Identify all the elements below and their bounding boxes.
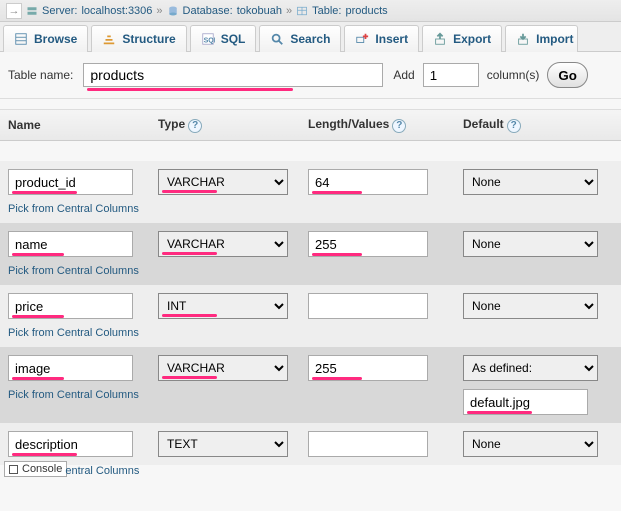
server-icon [26, 4, 38, 16]
column-length-input[interactable] [308, 431, 428, 457]
column-row: TEXT None [0, 423, 621, 465]
column-name-input[interactable] [8, 431, 133, 457]
table-icon [296, 4, 308, 16]
help-icon[interactable]: ? [507, 119, 521, 133]
column-default-select[interactable]: None [463, 169, 598, 195]
browse-icon [14, 32, 28, 46]
tab-label: SQL [221, 32, 246, 46]
pick-central-columns-link[interactable]: Pick from Central Columns [8, 265, 148, 277]
add-label: Add [393, 68, 414, 82]
import-icon [516, 32, 530, 46]
tab-label: Browse [34, 32, 77, 46]
column-name-input[interactable] [8, 355, 133, 381]
structure-icon [102, 32, 116, 46]
column-default-select[interactable]: None [463, 231, 598, 257]
column-rows: Pick from Central Columns VARCHAR None P… [0, 141, 621, 465]
column-row: Pick from Central Columns VARCHAR As def… [0, 347, 621, 423]
column-name-input[interactable] [8, 231, 133, 257]
truncated-text: entral Columns [65, 465, 139, 477]
column-row: Pick from Central Columns INT None [0, 285, 621, 347]
column-type-select[interactable]: VARCHAR [158, 355, 288, 381]
header-type: Type? [158, 117, 308, 133]
column-length-input[interactable] [308, 231, 428, 257]
tab-label: Insert [375, 32, 408, 46]
tab-label: Import [536, 32, 573, 46]
column-headers: Name Type? Length/Values? Default? [0, 109, 621, 141]
tab-export[interactable]: Export [422, 25, 502, 52]
console-label: Console [22, 463, 62, 475]
pick-central-columns-link[interactable]: Pick from Central Columns [8, 389, 148, 401]
default-value-input[interactable] [463, 389, 588, 415]
table-name-input[interactable] [83, 63, 383, 87]
columns-label: column(s) [487, 68, 540, 82]
tab-label: Export [453, 32, 491, 46]
table-name-label: Table name: [8, 68, 73, 82]
column-default-select[interactable]: None [463, 293, 598, 319]
tab-import[interactable]: Import [505, 25, 578, 52]
column-default-select[interactable]: As defined: [463, 355, 598, 381]
table-link[interactable]: products [345, 5, 387, 17]
pick-central-columns-link[interactable]: Pick from Central Columns [8, 327, 148, 339]
sql-icon: SQL [201, 32, 215, 46]
table-label-prefix: Table: [312, 5, 341, 17]
column-default-select[interactable]: None [463, 431, 598, 457]
search-icon [270, 32, 284, 46]
tab-sql[interactable]: SQL SQL [190, 25, 257, 52]
database-icon [167, 4, 179, 16]
database-label: Database: [183, 5, 233, 17]
server-label: Server: [42, 5, 77, 17]
header-length: Length/Values? [308, 117, 463, 133]
console-icon [9, 465, 18, 474]
go-button[interactable]: Go [547, 62, 588, 88]
column-type-select[interactable]: TEXT [158, 431, 288, 457]
insert-icon [355, 32, 369, 46]
column-name-input[interactable] [8, 169, 133, 195]
column-row: Pick from Central Columns VARCHAR None [0, 223, 621, 285]
tab-browse[interactable]: Browse [3, 25, 88, 52]
tab-label: Structure [122, 32, 175, 46]
help-icon[interactable]: ? [392, 119, 406, 133]
header-default: Default? [463, 117, 613, 133]
console-stub: Console entral Columns [4, 461, 621, 477]
column-type-select[interactable]: INT [158, 293, 288, 319]
sep-icon: » [286, 5, 292, 17]
export-icon [433, 32, 447, 46]
table-name-row: Table name: Add column(s) Go [0, 52, 621, 99]
add-columns-input[interactable] [423, 63, 479, 87]
breadcrumb: → Server: localhost:3306 » Database: tok… [0, 0, 621, 22]
tab-structure[interactable]: Structure [91, 25, 186, 52]
svg-text:SQL: SQL [203, 38, 214, 45]
column-type-select[interactable]: VARCHAR [158, 231, 288, 257]
tabs: Browse Structure SQL SQL Search Insert E… [0, 22, 621, 52]
header-name: Name [8, 118, 158, 132]
help-icon[interactable]: ? [188, 119, 202, 133]
sep-icon: » [156, 5, 162, 17]
column-row: Pick from Central Columns VARCHAR None [0, 161, 621, 223]
server-link[interactable]: localhost:3306 [81, 5, 152, 17]
pick-central-columns-link[interactable]: Pick from Central Columns [8, 203, 148, 215]
tab-insert[interactable]: Insert [344, 25, 419, 52]
column-type-select[interactable]: VARCHAR [158, 169, 288, 195]
tab-search[interactable]: Search [259, 25, 341, 52]
tab-label: Search [290, 32, 330, 46]
console-toggle[interactable]: Console [4, 461, 67, 477]
column-length-input[interactable] [308, 293, 428, 319]
database-link[interactable]: tokobuah [237, 5, 282, 17]
column-name-input[interactable] [8, 293, 133, 319]
column-length-input[interactable] [308, 169, 428, 195]
nav-back-icon[interactable]: → [6, 3, 22, 19]
column-length-input[interactable] [308, 355, 428, 381]
